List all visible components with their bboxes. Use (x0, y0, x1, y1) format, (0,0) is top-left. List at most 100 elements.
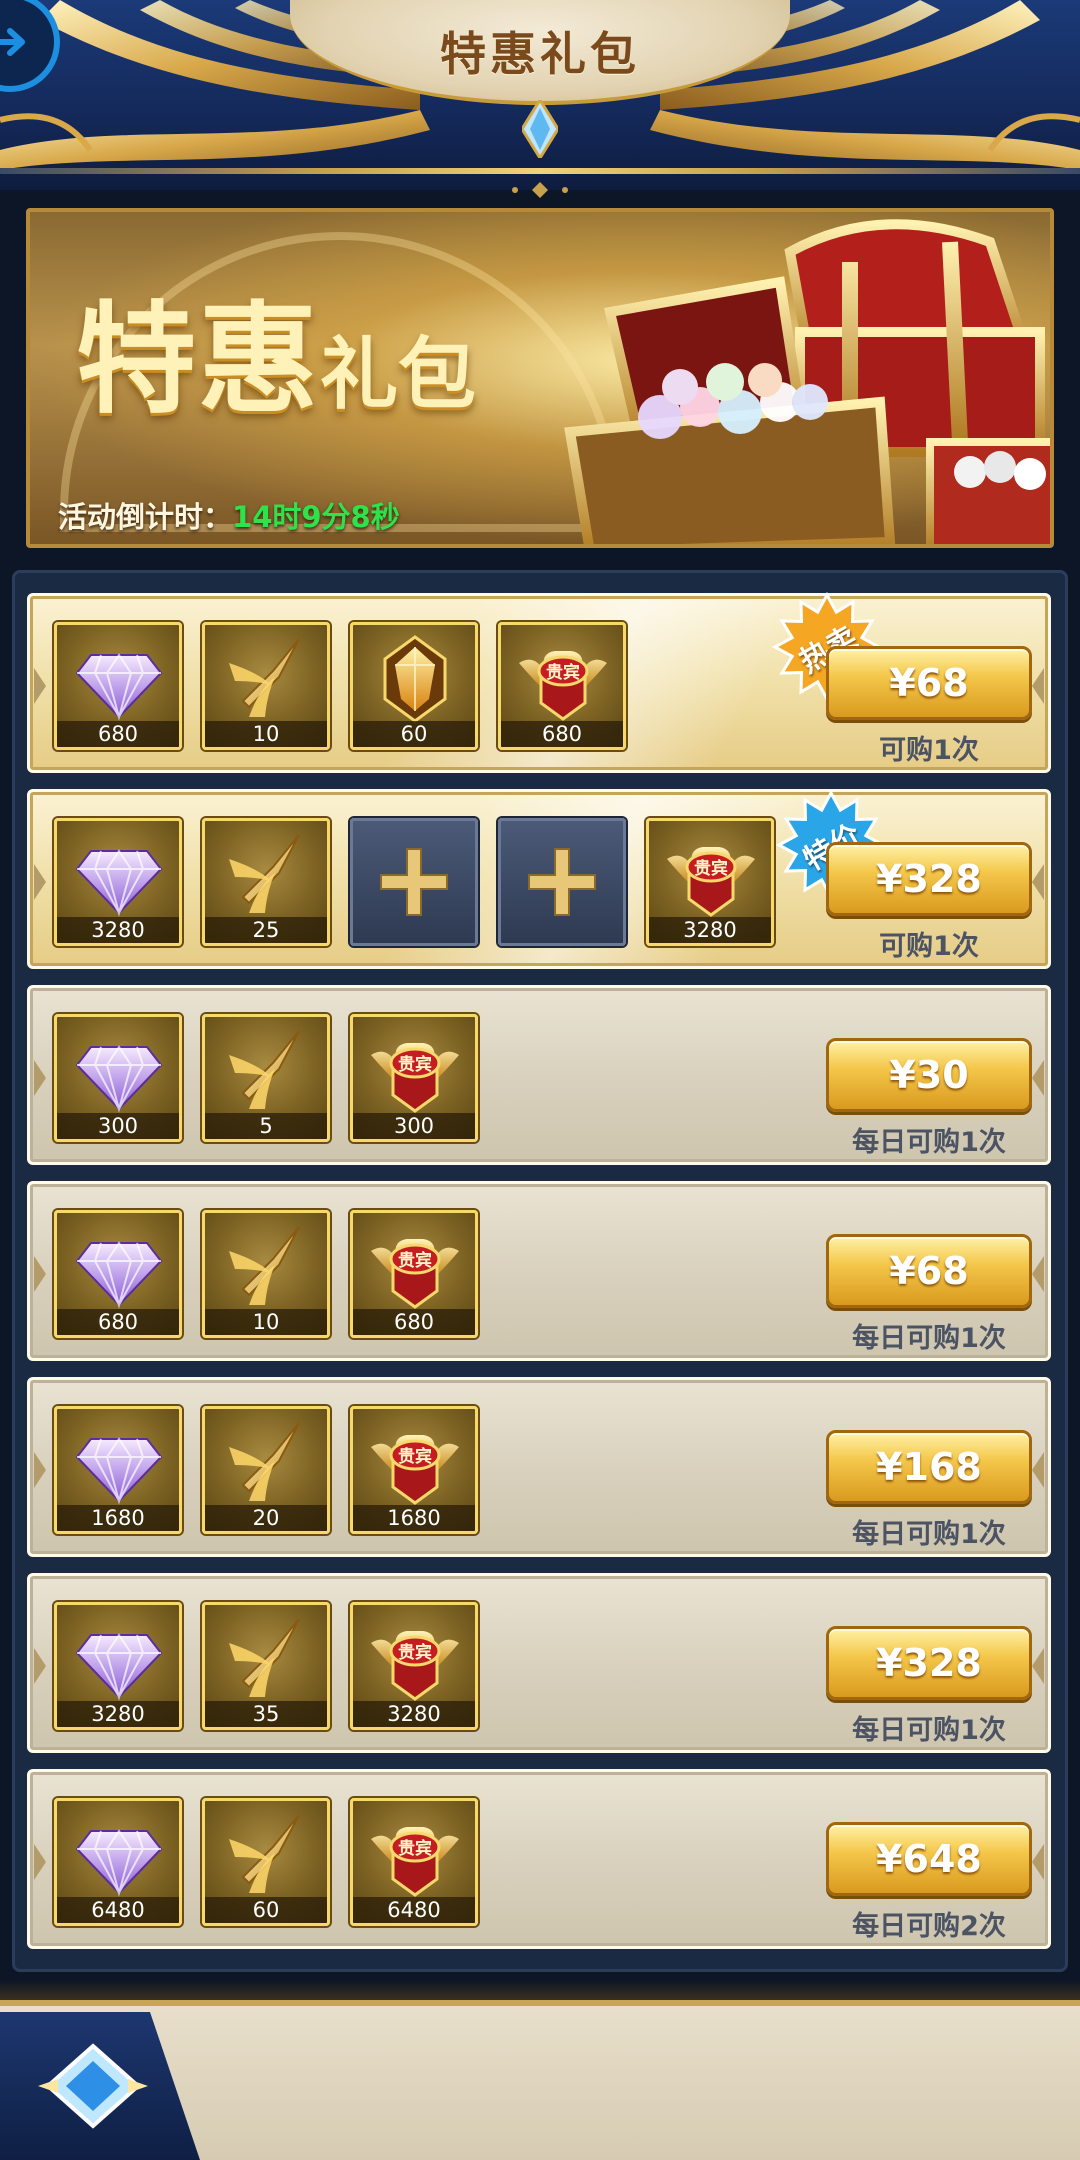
vip-emblem-icon: 贵宾 (667, 847, 755, 917)
vip-emblem-icon: 贵宾 (519, 651, 607, 721)
add-item-slot[interactable] (498, 818, 626, 946)
item-quantity: 10 (205, 721, 327, 747)
spear-icon (229, 638, 300, 717)
countdown-value: 14时9分8秒 (232, 500, 400, 534)
diamond-icon (75, 1437, 163, 1505)
buy-price-button[interactable]: ¥68 (826, 646, 1032, 720)
item-quantity: 6480 (57, 1897, 179, 1923)
reward-item[interactable]: 35 (202, 1602, 330, 1730)
diamond-icon (75, 1045, 163, 1113)
reward-item[interactable]: 680 (54, 622, 182, 750)
diamond-icon (75, 849, 163, 917)
purchase-limit: 每日可购1次 (852, 1519, 1006, 1550)
spear-icon (229, 1814, 300, 1893)
item-quantity: 3280 (649, 917, 771, 943)
spear-icon (229, 1030, 300, 1109)
item-quantity: 35 (205, 1701, 327, 1727)
diamond-icon (75, 1241, 163, 1309)
promo-banner: 特惠礼包 活动倒计时：14时9分8秒 (26, 208, 1054, 548)
buy-price-button[interactable]: ¥328 (826, 842, 1032, 916)
reward-item[interactable]: 3280 (54, 1602, 182, 1730)
spear-icon (229, 1618, 300, 1697)
page-title: 特惠礼包 (440, 26, 640, 81)
reward-item[interactable]: 10 (202, 622, 330, 750)
buy-price-button[interactable]: ¥328 (826, 1626, 1032, 1700)
crystal-emblem-icon (38, 2043, 148, 2129)
reward-item[interactable]: 10 (202, 1210, 330, 1338)
purchase-limit: 每日可购2次 (852, 1911, 1006, 1942)
pack-row: 1680 20 贵宾 1680 ¥168 每日可购1次 (27, 1377, 1051, 1557)
item-quantity: 60 (205, 1897, 327, 1923)
pack-list[interactable]: 6801060贵宾680热卖¥68可购1次328025贵宾3280特价¥328可… (12, 570, 1068, 1972)
item-quantity: 680 (353, 1309, 475, 1335)
pack-row: 6801060贵宾680热卖¥68可购1次 (27, 591, 1051, 773)
item-quantity: 6480 (353, 1897, 475, 1923)
vip-emblem-icon: 贵宾 (371, 1435, 459, 1505)
purchase-limit: 每日可购1次 (852, 1715, 1006, 1746)
amber-crystal-icon (383, 635, 447, 723)
pack-row: 680 10 贵宾 680 ¥68 每日可购1次 (27, 1181, 1051, 1361)
reward-item[interactable]: 贵宾 300 (350, 1014, 478, 1142)
pack-items: 3280 35 贵宾 3280 (54, 1602, 478, 1730)
purchase-limit: 可购1次 (879, 931, 979, 962)
diamond-icon (75, 1633, 163, 1701)
vip-emblem-text: 贵宾 (398, 1250, 432, 1271)
item-quantity: 1680 (353, 1505, 475, 1531)
item-quantity: 300 (57, 1113, 179, 1139)
vip-emblem-text: 贵宾 (398, 1054, 432, 1075)
reward-item[interactable]: 300 (54, 1014, 182, 1142)
vip-emblem-text: 贵宾 (398, 1838, 432, 1859)
reward-item[interactable]: 25 (202, 818, 330, 946)
reward-item[interactable]: 1680 (54, 1406, 182, 1534)
arrow-right-icon (0, 28, 25, 56)
diamond-icon (75, 1829, 163, 1897)
item-quantity: 10 (205, 1309, 327, 1335)
item-quantity: 3280 (57, 1701, 179, 1727)
pack-items: 3280 25 贵宾 3280 (54, 818, 774, 946)
reward-item[interactable]: 60 (202, 1798, 330, 1926)
pack-items: 680 10 贵宾 680 (54, 1210, 478, 1338)
reward-item[interactable]: 680 (54, 1210, 182, 1338)
buy-price-button[interactable]: ¥648 (826, 1822, 1032, 1896)
item-quantity: 20 (205, 1505, 327, 1531)
countdown-label: 活动倒计时： (58, 500, 233, 534)
reward-item[interactable]: 贵宾 3280 (646, 818, 774, 946)
reward-item[interactable]: 贵宾 3280 (350, 1602, 478, 1730)
blue-gem-icon (522, 100, 558, 158)
reward-item[interactable]: 6480 (54, 1798, 182, 1926)
vip-emblem-text: 贵宾 (694, 858, 728, 879)
vip-emblem-text: 贵宾 (546, 662, 580, 683)
vip-emblem-icon: 贵宾 (371, 1239, 459, 1309)
item-quantity: 680 (57, 721, 179, 747)
pack-row: 328025贵宾3280特价¥328可购1次 (27, 789, 1051, 969)
item-quantity: 60 (353, 721, 475, 747)
vip-emblem-icon: 贵宾 (371, 1043, 459, 1113)
banner-title-big: 特惠 (76, 291, 320, 430)
item-quantity: 680 (501, 721, 623, 747)
item-quantity: 25 (205, 917, 327, 943)
diamond-icon (75, 653, 163, 721)
reward-item[interactable]: 贵宾 1680 (350, 1406, 478, 1534)
reward-item[interactable]: 贵宾 680 (350, 1210, 478, 1338)
reward-item[interactable]: 5 (202, 1014, 330, 1142)
treasure-chest-illustration (564, 219, 1050, 544)
buy-price-button[interactable]: ¥168 (826, 1430, 1032, 1504)
vip-emblem-icon: 贵宾 (371, 1631, 459, 1701)
buy-price-button[interactable]: ¥30 (826, 1038, 1032, 1112)
plus-slot-icon (380, 848, 448, 916)
reward-item[interactable]: 20 (202, 1406, 330, 1534)
add-item-slot[interactable] (350, 818, 478, 946)
reward-item[interactable]: 60 (350, 622, 478, 750)
vip-emblem-icon: 贵宾 (371, 1827, 459, 1897)
reward-item[interactable]: 贵宾 680 (498, 622, 626, 750)
banner-title: 特惠礼包 (76, 262, 476, 436)
buy-price-button[interactable]: ¥68 (826, 1234, 1032, 1308)
bottom-divider (0, 1980, 1080, 2000)
item-quantity: 5 (205, 1113, 327, 1139)
ornament-dots (512, 182, 568, 198)
pack-row: 3280 35 贵宾 3280 ¥328 每日可购1次 (27, 1573, 1051, 1753)
reward-item[interactable]: 贵宾 6480 (350, 1798, 478, 1926)
reward-item[interactable]: 3280 (54, 818, 182, 946)
item-quantity: 3280 (57, 917, 179, 943)
pack-row: 6480 60 贵宾 6480 ¥648 每日可购2次 (27, 1769, 1051, 1949)
